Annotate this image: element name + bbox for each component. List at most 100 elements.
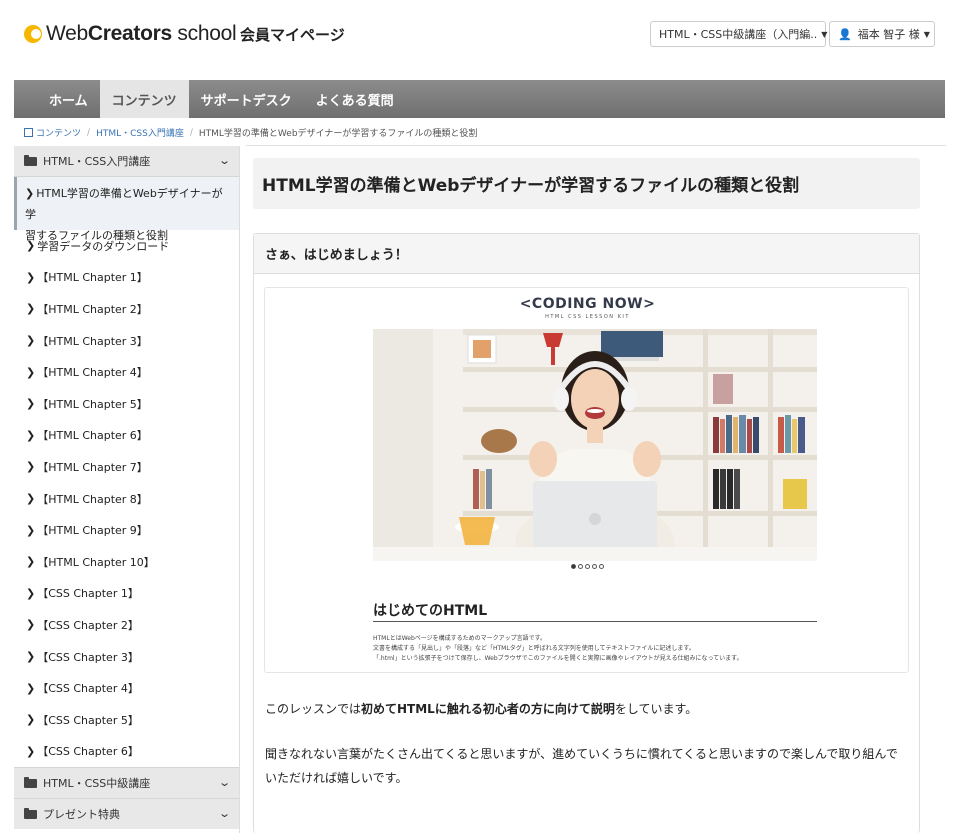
slide-subtitle: HTML CSS LESSON KIT bbox=[545, 314, 630, 320]
sidebar-item-chapter[interactable]: ❯ 【CSS Chapter 4】 bbox=[14, 672, 239, 704]
nav-home[interactable]: ホーム bbox=[14, 80, 100, 118]
chevron-right-icon: ❯ bbox=[26, 397, 36, 411]
sidebar-item-chapter[interactable]: ❯ 【CSS Chapter 6】 bbox=[14, 736, 239, 768]
sidebar-item-label: 【HTML Chapter 7】 bbox=[37, 460, 148, 474]
sidebar-group-intermediate[interactable]: HTML・CSS中級講座 ⌄ bbox=[14, 767, 239, 799]
sidebar-item-current[interactable]: ❯ HTML学習の準備とWebデザイナーが学 習するファイルの種類と役割 bbox=[14, 177, 239, 242]
sidebar-item-chapter[interactable]: ❯ 【HTML Chapter 8】 bbox=[14, 483, 239, 515]
chevron-right-icon: ❯ bbox=[26, 713, 36, 727]
folder-icon bbox=[24, 776, 37, 788]
chevron-right-icon: ❯ bbox=[26, 239, 36, 253]
sidebar-chapter-list: ❯ 【HTML Chapter 1】 ❯ 【HTML Chapter 2】 ❯ 【HTML… bbox=[14, 262, 239, 768]
breadcrumb-course[interactable]: HTML・CSS入門講座 bbox=[96, 126, 184, 139]
sidebar-section-title: HTML・CSS入門講座 bbox=[43, 155, 151, 168]
site-header: WebCreators school 会員マイページ HTML・CSS中級講座（… bbox=[0, 0, 960, 70]
nav-contents[interactable]: コンテンツ bbox=[99, 80, 189, 118]
list-icon bbox=[24, 128, 33, 137]
intro-paragraph: このレッスンでは初めてHTMLに触れる初心者の方に向けて説明をしています。 bbox=[265, 702, 698, 716]
user-name: 福本 智子 様 bbox=[857, 28, 920, 41]
breadcrumb-contents[interactable]: コンテンツ bbox=[36, 126, 81, 139]
carousel-dot[interactable] bbox=[571, 564, 576, 569]
sidebar-item-chapter[interactable]: ❯ 【HTML Chapter 2】 bbox=[14, 293, 239, 325]
sidebar-item-label: 【CSS Chapter 2】 bbox=[37, 618, 139, 632]
chevron-right-icon: ❯ bbox=[26, 555, 36, 569]
sidebar-item-label: 【HTML Chapter 5】 bbox=[37, 397, 148, 411]
slide-carousel[interactable]: <CODING NOW> HTML CSS LESSON KIT はじめてのHT… bbox=[264, 287, 909, 673]
nav-faq[interactable]: よくある質問 bbox=[304, 80, 406, 118]
sidebar-item-chapter[interactable]: ❯ 【HTML Chapter 9】 bbox=[14, 514, 239, 546]
chevron-right-icon: ❯ bbox=[26, 270, 36, 284]
sidebar-item-chapter[interactable]: ❯ 【CSS Chapter 1】 bbox=[14, 578, 239, 610]
lesson-panel: さぁ、はじめましょう！ <CODING NOW> HTML CSS LESSON… bbox=[253, 233, 920, 833]
carousel-dot[interactable] bbox=[585, 564, 590, 569]
sidebar-item-label: 【HTML Chapter 1】 bbox=[37, 271, 148, 285]
chevron-right-icon: ❯ bbox=[26, 365, 36, 379]
sidebar-item-chapter[interactable]: ❯ 【HTML Chapter 4】 bbox=[14, 356, 239, 388]
slide-divider bbox=[373, 621, 817, 622]
chevron-right-icon: ❯ bbox=[26, 460, 36, 474]
carousel-dot[interactable] bbox=[599, 564, 604, 569]
sidebar-item-chapter[interactable]: ❯ 【HTML Chapter 7】 bbox=[14, 451, 239, 483]
sidebar-item-label: 【CSS Chapter 5】 bbox=[37, 713, 139, 727]
slide-logo: <CODING NOW> bbox=[519, 296, 656, 312]
carousel-dot[interactable] bbox=[592, 564, 597, 569]
sidebar-item-chapter[interactable]: ❯ 【HTML Chapter 3】 bbox=[14, 325, 239, 357]
sidebar-item-label: 【CSS Chapter 1】 bbox=[37, 587, 139, 601]
sidebar: HTML・CSS入門講座 ⌄ ❯ HTML学習の準備とWebデザイナーが学 習する… bbox=[14, 146, 240, 833]
sidebar-item-label: 【HTML Chapter 9】 bbox=[37, 524, 148, 538]
sidebar-item-label: 【HTML Chapter 3】 bbox=[37, 334, 148, 348]
breadcrumb: コンテンツ / HTML・CSS入門講座 / HTML学習の準備とWebデザイナ… bbox=[24, 126, 477, 139]
course-selector-dropdown[interactable]: HTML・CSS中級講座（入門編.. ▼ bbox=[650, 21, 828, 47]
main-nav: ホーム コンテンツ サポートデスク よくある質問 bbox=[14, 80, 945, 118]
chevron-right-icon: ❯ bbox=[26, 492, 36, 506]
sidebar-item-label: 【HTML Chapter 4】 bbox=[37, 366, 148, 380]
sidebar-item-chapter[interactable]: ❯ 【HTML Chapter 10】 bbox=[14, 546, 239, 578]
site-logo[interactable]: WebCreators school bbox=[24, 22, 237, 46]
sidebar-item-chapter[interactable]: ❯ 【HTML Chapter 5】 bbox=[14, 388, 239, 420]
chevron-down-icon: ⌄ bbox=[217, 807, 231, 821]
sidebar-item-label: 【CSS Chapter 4】 bbox=[37, 682, 139, 696]
sidebar-group-present[interactable]: プレゼント特典 ⌄ bbox=[14, 798, 239, 830]
page-title-box: HTML学習の準備とWebデザイナーが学習するファイルの種類と役割 bbox=[253, 158, 920, 209]
slide-heading: はじめてのHTML bbox=[373, 603, 488, 619]
sidebar-item-label: 【HTML Chapter 8】 bbox=[37, 492, 148, 506]
folder-open-icon bbox=[24, 154, 37, 166]
carousel-dot[interactable] bbox=[578, 564, 583, 569]
chevron-right-icon: ❯ bbox=[25, 187, 35, 200]
carousel-indicators bbox=[265, 564, 910, 569]
sidebar-item-label: 【HTML Chapter 6】 bbox=[37, 429, 148, 443]
slide-photo bbox=[373, 329, 817, 561]
chevron-right-icon: ❯ bbox=[26, 302, 36, 316]
sidebar-section-header[interactable]: HTML・CSS入門講座 ⌄ bbox=[14, 146, 239, 177]
course-selector-label: HTML・CSS中級講座（入門編.. bbox=[659, 28, 818, 41]
sidebar-item-chapter[interactable]: ❯ 【HTML Chapter 6】 bbox=[14, 420, 239, 452]
chevron-right-icon: ❯ bbox=[26, 618, 36, 632]
caret-down-icon: ▼ bbox=[923, 29, 930, 39]
chevron-right-icon: ❯ bbox=[26, 744, 36, 758]
sidebar-item-chapter[interactable]: ❯ 【CSS Chapter 3】 bbox=[14, 641, 239, 673]
photo-illustration bbox=[373, 329, 817, 561]
sidebar-item-chapter[interactable]: ❯ 【CSS Chapter 5】 bbox=[14, 704, 239, 736]
sidebar-item-label: 【HTML Chapter 10】 bbox=[37, 555, 155, 569]
chevron-right-icon: ❯ bbox=[26, 681, 36, 695]
chevron-right-icon: ❯ bbox=[26, 523, 36, 537]
chevron-right-icon: ❯ bbox=[26, 650, 36, 664]
panel-heading: さぁ、はじめましょう！ bbox=[254, 234, 919, 274]
logo-mark-icon bbox=[24, 25, 42, 43]
sidebar-item-label: 【CSS Chapter 6】 bbox=[37, 745, 139, 759]
user-menu-dropdown[interactable]: 👤 福本 智子 様 ▼ bbox=[829, 21, 935, 47]
caret-down-icon: ▼ bbox=[821, 29, 828, 39]
sidebar-item-chapter[interactable]: ❯ 【CSS Chapter 2】 bbox=[14, 609, 239, 641]
sidebar-item-label: 【CSS Chapter 3】 bbox=[37, 650, 139, 664]
sidebar-item-chapter[interactable]: ❯ 【HTML Chapter 1】 bbox=[14, 262, 239, 294]
folder-icon bbox=[24, 807, 37, 819]
chevron-down-icon: ⌄ bbox=[217, 154, 231, 167]
logo-text: WebCreators school bbox=[46, 22, 237, 45]
chevron-right-icon: ❯ bbox=[26, 428, 36, 442]
page-heading: 会員マイページ bbox=[240, 26, 345, 44]
nav-support-desk[interactable]: サポートデスク bbox=[189, 80, 304, 118]
chevron-down-icon: ⌄ bbox=[217, 776, 231, 790]
chevron-right-icon: ❯ bbox=[26, 334, 36, 348]
user-icon: 👤 bbox=[838, 27, 852, 41]
slide-body: HTMLとはWebページを構成するためのマークアップ言語です。 文書を構成する「… bbox=[373, 635, 743, 662]
